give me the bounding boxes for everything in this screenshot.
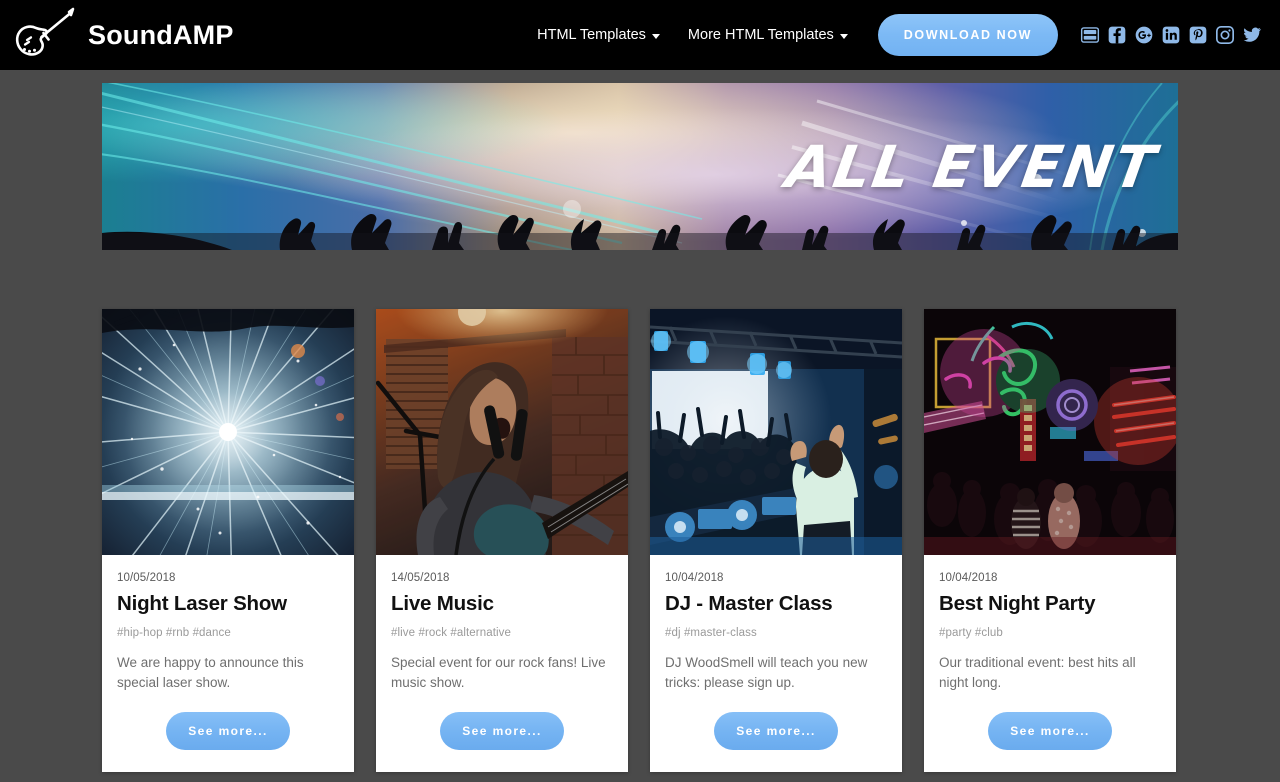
social-links [1080, 25, 1262, 45]
see-more-button[interactable]: See more... [166, 712, 290, 751]
event-tags: #dj #master-class [665, 626, 757, 639]
event-card-body: 14/05/2018 Live Music #live #rock #alter… [376, 555, 628, 772]
event-action-wrap: See more... [665, 712, 887, 751]
facebook-icon[interactable] [1107, 25, 1127, 45]
event-card[interactable]: 14/05/2018 Live Music #live #rock #alter… [376, 309, 628, 773]
event-tags: #party #club [939, 626, 1003, 639]
event-title: Best Night Party [939, 592, 1096, 615]
event-action-wrap: See more... [391, 712, 613, 751]
see-more-button[interactable]: See more... [440, 712, 564, 751]
event-card-list: 10/05/2018 Night Laser Show #hip-hop #rn… [102, 309, 1178, 782]
event-card[interactable]: 10/04/2018 DJ - Master Class #dj #master… [650, 309, 902, 773]
event-card-image [650, 309, 902, 555]
event-card[interactable]: 10/04/2018 Best Night Party #party #club… [924, 309, 1176, 773]
event-date: 10/04/2018 [665, 572, 724, 584]
nav-item-html-templates[interactable]: HTML Templates [523, 27, 674, 43]
nav-item-label: HTML Templates [537, 27, 646, 43]
brand[interactable]: SoundAMP [10, 6, 234, 64]
hero-banner: ALL EVENT [102, 83, 1178, 250]
event-description: Our traditional event: best hits all nig… [939, 654, 1136, 690]
event-action-wrap: See more... [939, 712, 1161, 751]
event-description: We are happy to announce this special la… [117, 654, 304, 690]
event-date: 14/05/2018 [391, 572, 450, 584]
hero-title: ALL EVENT [781, 132, 1162, 201]
event-card[interactable]: 10/05/2018 Night Laser Show #hip-hop #rn… [102, 309, 354, 773]
linkedin-icon[interactable] [1161, 25, 1181, 45]
event-card-image [924, 309, 1176, 555]
event-description: DJ WoodSmell will teach you new tricks: … [665, 654, 868, 690]
site-header: SoundAMP HTML Templates More HTML Templa… [0, 0, 1280, 70]
event-card-body: 10/04/2018 DJ - Master Class #dj #master… [650, 555, 902, 772]
event-tags: #hip-hop #rnb #dance [117, 626, 231, 639]
event-title: DJ - Master Class [665, 592, 833, 615]
nav-item-more-html-templates[interactable]: More HTML Templates [674, 27, 862, 43]
instagram-icon[interactable] [1215, 25, 1235, 45]
event-title: Night Laser Show [117, 592, 287, 615]
content-container: ALL EVENT 10/05/2018 Night Laser Show #h… [102, 83, 1178, 782]
event-card-image [102, 309, 354, 555]
youtube-icon[interactable] [1080, 25, 1100, 45]
event-date: 10/04/2018 [939, 572, 998, 584]
event-card-body: 10/05/2018 Night Laser Show #hip-hop #rn… [102, 555, 354, 772]
event-card-body: 10/04/2018 Best Night Party #party #club… [924, 555, 1176, 772]
see-more-button[interactable]: See more... [988, 712, 1112, 751]
google-plus-icon[interactable] [1134, 25, 1154, 45]
guitar-icon [10, 6, 76, 64]
see-more-button[interactable]: See more... [714, 712, 838, 751]
event-tags: #live #rock #alternative [391, 626, 512, 639]
event-description: Special event for our rock fans! Live mu… [391, 654, 606, 690]
event-title: Live Music [391, 592, 494, 615]
download-now-button[interactable]: DOWNLOAD NOW [877, 14, 1058, 56]
brand-name: SoundAMP [88, 19, 234, 50]
chevron-down-icon [651, 33, 660, 39]
nav-item-label: More HTML Templates [687, 27, 834, 43]
main-nav: HTML Templates More HTML Templates DOWNL… [523, 14, 1268, 56]
event-date: 10/05/2018 [117, 572, 176, 584]
chevron-down-icon [839, 33, 848, 39]
event-action-wrap: See more... [117, 712, 339, 751]
event-card-image [376, 309, 628, 555]
twitter-icon[interactable] [1242, 25, 1262, 45]
page-content: ALL EVENT 10/05/2018 Night Laser Show #h… [0, 70, 1280, 782]
pinterest-icon[interactable] [1188, 25, 1208, 45]
